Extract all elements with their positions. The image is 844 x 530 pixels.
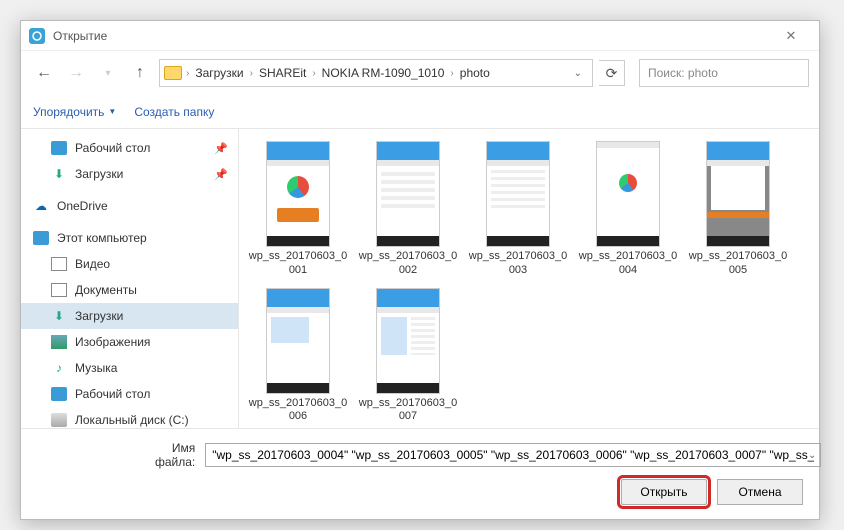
sidebar-item-label: Рабочий стол [75, 141, 150, 155]
thumbnail [376, 141, 440, 247]
chevron-right-icon: › [312, 68, 315, 79]
sidebar-item-label: Загрузки [75, 309, 123, 323]
sidebar-item-label: Этот компьютер [57, 231, 147, 245]
content: Рабочий стол 📌 ⬇ Загрузки 📌 ☁ OneDrive Этот ком… [21, 129, 819, 428]
sidebar-item-label: Локальный диск (C:) [75, 413, 189, 427]
sidebar-item-label: Загрузки [75, 167, 123, 181]
filename-value: "wp_ss_20170603_0004" "wp_ss_20170603_00… [212, 448, 814, 462]
recent-button[interactable]: ▾ [95, 60, 121, 86]
thumbnail [266, 288, 330, 394]
file-name: wp_ss_20170603_0002 [357, 250, 459, 278]
sidebar-item[interactable]: Видео [21, 251, 238, 277]
open-file-dialog: Открытие ✕ ← → ▾ ↑ › Загрузки › SHAREit … [20, 20, 820, 520]
breadcrumb[interactable]: SHAREit [257, 66, 308, 80]
thumbnail [376, 288, 440, 394]
sidebar-item-label: Рабочий стол [75, 387, 150, 401]
address-bar[interactable]: › Загрузки › SHAREit › NOKIA RM-1090_101… [159, 59, 593, 87]
chevron-right-icon: › [450, 68, 453, 79]
breadcrumb[interactable]: photo [458, 66, 492, 80]
doc-icon [51, 283, 67, 297]
file-area: wp_ss_20170603_0001wp_ss_20170603_0002wp… [239, 129, 819, 428]
dl-icon: ⬇ [51, 167, 67, 181]
bottom-panel: Имя файла: "wp_ss_20170603_0004" "wp_ss_… [21, 428, 819, 519]
thumbnail [486, 141, 550, 247]
sidebar-item[interactable]: ⬇ Загрузки 📌 [21, 161, 238, 187]
titlebar: Открытие ✕ [21, 21, 819, 51]
chevron-down-icon[interactable]: ⌄ [808, 450, 816, 461]
back-button[interactable]: ← [31, 60, 57, 86]
breadcrumb[interactable]: Загрузки [193, 66, 245, 80]
file-item[interactable]: wp_ss_20170603_0004 [575, 139, 681, 280]
open-button[interactable]: Открыть [621, 479, 707, 505]
sidebar-item-label: Изображения [75, 335, 150, 349]
dl-icon: ⬇ [51, 309, 67, 323]
file-item[interactable]: wp_ss_20170603_0001 [245, 139, 351, 280]
pc-icon [33, 231, 49, 245]
folder-icon [164, 66, 182, 80]
filename-row: Имя файла: "wp_ss_20170603_0004" "wp_ss_… [35, 441, 805, 469]
address-dropdown[interactable]: ⌄ [568, 68, 588, 79]
organize-button[interactable]: Упорядочить▼ [33, 105, 116, 119]
pin-icon: 📌 [214, 142, 228, 155]
up-button[interactable]: ↑ [127, 60, 153, 86]
file-item[interactable]: wp_ss_20170603_0002 [355, 139, 461, 280]
sidebar-item-label: Видео [75, 257, 110, 271]
sidebar-item[interactable]: ☁ OneDrive [21, 193, 238, 219]
desktop-icon [51, 387, 67, 401]
nav-row: ← → ▾ ↑ › Загрузки › SHAREit › NOKIA RM-… [21, 51, 819, 95]
filename-input[interactable]: "wp_ss_20170603_0004" "wp_ss_20170603_00… [205, 443, 821, 467]
sidebar-item[interactable]: Этот компьютер [21, 225, 238, 251]
app-icon [29, 28, 45, 44]
file-name: wp_ss_20170603_0003 [467, 250, 569, 278]
sidebar: Рабочий стол 📌 ⬇ Загрузки 📌 ☁ OneDrive Этот ком… [21, 129, 239, 428]
file-item[interactable]: wp_ss_20170603_0007 [355, 286, 461, 427]
video-icon [51, 257, 67, 271]
desktop-icon [51, 141, 67, 155]
sidebar-item-label: Документы [75, 283, 137, 297]
drive-icon [51, 413, 67, 427]
file-item[interactable]: wp_ss_20170603_0005 [685, 139, 791, 280]
cancel-button[interactable]: Отмена [717, 479, 803, 505]
chevron-right-icon: › [250, 68, 253, 79]
chevron-down-icon: ▼ [108, 107, 116, 116]
new-folder-button[interactable]: Создать папку [134, 105, 214, 119]
forward-button[interactable]: → [63, 60, 89, 86]
chevron-right-icon: › [186, 68, 189, 79]
sidebar-item[interactable]: ⬇ Загрузки [21, 303, 238, 329]
file-name: wp_ss_20170603_0004 [577, 250, 679, 278]
file-name: wp_ss_20170603_0007 [357, 397, 459, 425]
thumbnail [706, 141, 770, 247]
file-name: wp_ss_20170603_0005 [687, 250, 789, 278]
sidebar-item[interactable]: Локальный диск (C:) [21, 407, 238, 428]
file-item[interactable]: wp_ss_20170603_0006 [245, 286, 351, 427]
pin-icon: 📌 [214, 168, 228, 181]
search-placeholder: Поиск: photo [648, 66, 718, 80]
sidebar-item-label: Музыка [75, 361, 117, 375]
button-row: Открыть Отмена [35, 479, 805, 505]
onedrive-icon: ☁ [33, 199, 49, 213]
toolbar: Упорядочить▼ Создать папку [21, 95, 819, 129]
refresh-button[interactable]: ⟳ [599, 60, 625, 86]
sidebar-item[interactable]: Рабочий стол [21, 381, 238, 407]
window-title: Открытие [53, 29, 107, 43]
filename-label: Имя файла: [155, 441, 195, 469]
file-item[interactable]: wp_ss_20170603_0003 [465, 139, 571, 280]
search-input[interactable]: Поиск: photo [639, 59, 809, 87]
sidebar-item[interactable]: Изображения [21, 329, 238, 355]
thumbnail [266, 141, 330, 247]
breadcrumb[interactable]: NOKIA RM-1090_1010 [320, 66, 447, 80]
img-icon [51, 335, 67, 349]
music-icon: ♪ [51, 361, 67, 375]
sidebar-item-label: OneDrive [57, 199, 108, 213]
file-name: wp_ss_20170603_0006 [247, 397, 349, 425]
sidebar-item[interactable]: ♪ Музыка [21, 355, 238, 381]
sidebar-item[interactable]: Рабочий стол 📌 [21, 135, 238, 161]
close-icon[interactable]: ✕ [771, 28, 811, 44]
file-name: wp_ss_20170603_0001 [247, 250, 349, 278]
thumbnail [596, 141, 660, 247]
sidebar-item[interactable]: Документы [21, 277, 238, 303]
